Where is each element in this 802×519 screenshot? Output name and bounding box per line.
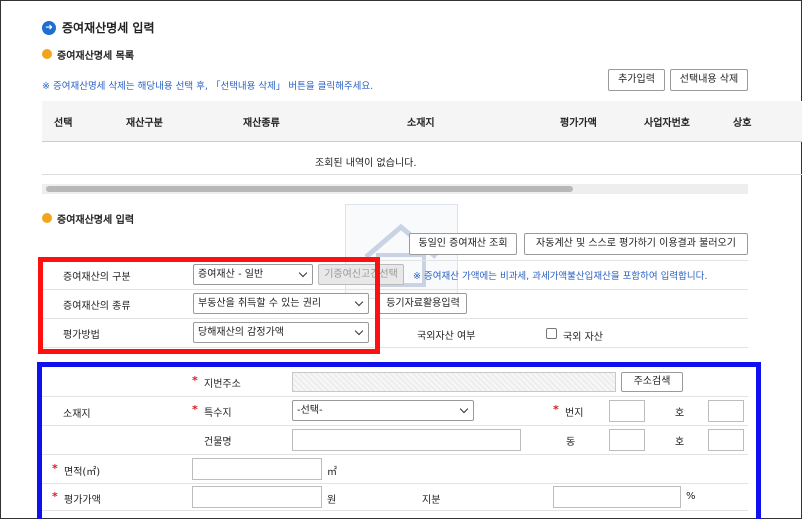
registry-data-input-button[interactable]: 등기자료활용입력 — [379, 293, 467, 314]
share-label: 지분 — [422, 495, 441, 506]
valuation-input[interactable] — [192, 486, 322, 508]
horizontal-scrollbar-thumb[interactable] — [46, 186, 573, 192]
empty-message: 조회된 내역이 없습니다. — [315, 158, 417, 169]
ho-input[interactable] — [708, 400, 744, 422]
foreign-asset-checkbox[interactable] — [546, 328, 557, 339]
location-group-label: 소재지 — [63, 409, 91, 420]
building-name-input[interactable] — [292, 429, 521, 451]
share-unit: % — [686, 491, 696, 502]
input-section-title: 증여재산명세 입력 — [57, 215, 135, 226]
foreign-asset-checkbox-label: 국외 자산 — [563, 332, 603, 343]
category-notice-prefix: ※ 증여재산 가액에는 — [413, 271, 500, 282]
auto-calc-load-button[interactable]: 자동계산 및 스스로 평가하기 이용결과 불러오기 — [524, 233, 748, 255]
column-header-select: 선택 — [54, 118, 73, 129]
delete-selected-button[interactable]: 선택내용 삭제 — [670, 69, 748, 91]
share-input[interactable] — [553, 486, 681, 508]
red-highlight-box — [38, 257, 380, 354]
chevron-down-icon — [459, 404, 469, 414]
column-header-location: 소재지 — [407, 118, 435, 129]
bunji-label: 번지 — [565, 408, 584, 419]
area-unit: ㎡ — [327, 467, 337, 478]
building-name-label: 건물명 — [204, 437, 232, 448]
form-divider — [42, 483, 748, 484]
required-mark: * — [553, 403, 559, 416]
area-input[interactable] — [192, 458, 322, 480]
special-land-select[interactable]: -선택- — [292, 400, 474, 421]
category-notice-rest: 비과세, 과세가액불산입재산을 포함하여 입력합니다. — [499, 271, 708, 282]
ho-label-2: 호 — [675, 437, 685, 448]
column-header-value: 평가가액 — [560, 118, 597, 129]
page-title: 증여재산명세 입력 — [62, 21, 155, 35]
required-mark: * — [192, 403, 198, 416]
form-divider — [42, 396, 748, 397]
required-mark: * — [52, 490, 58, 503]
special-land-select-value: -선택- — [297, 405, 323, 416]
foreign-asset-label: 국외자산 여부 — [417, 331, 476, 342]
lot-address-input[interactable] — [292, 372, 616, 392]
required-mark: * — [52, 462, 58, 475]
valuation-unit: 원 — [327, 495, 337, 506]
bunji-input[interactable] — [609, 400, 645, 422]
special-land-label: 특수지 — [204, 408, 232, 419]
form-divider — [42, 454, 748, 455]
dong-label: 동 — [566, 437, 576, 448]
form-divider — [42, 425, 748, 426]
address-search-button[interactable]: 주소검색 — [621, 372, 683, 392]
add-input-button[interactable]: 추가입력 — [608, 69, 665, 91]
bullet-icon — [42, 49, 52, 59]
table-bottom-border — [42, 174, 802, 175]
same-person-gift-button[interactable]: 동일인 증여재산 조회 — [409, 233, 517, 255]
required-mark: * — [192, 374, 198, 387]
arrow-right-icon: ➜ — [42, 21, 56, 35]
lot-address-label: 지번주소 — [204, 379, 241, 390]
form-divider — [42, 510, 748, 511]
table-header-border — [42, 141, 802, 142]
ho-label: 호 — [675, 408, 685, 419]
column-header-type: 재산종류 — [243, 118, 280, 129]
column-header-category: 재산구분 — [126, 118, 163, 129]
category-notice: ※ 증여재산 가액에는 비과세, 과세가액불산입재산을 포함하여 입력합니다. — [413, 268, 707, 282]
column-header-bizno: 사업자번호 — [644, 118, 690, 129]
bullet-icon — [42, 213, 52, 223]
area-label: 면적(㎡) — [64, 467, 101, 478]
list-section-title: 증여재산명세 목록 — [57, 51, 135, 62]
delete-notice: ※ 증여재산명세 삭제는 해당내용 선택 후, 「선택내용 삭제」 버튼을 클릭… — [42, 81, 374, 92]
dong-input[interactable] — [609, 429, 645, 451]
ho-input-2[interactable] — [708, 429, 744, 451]
column-header-company: 상호 — [733, 118, 752, 129]
valuation-label: 평가가액 — [64, 495, 101, 506]
